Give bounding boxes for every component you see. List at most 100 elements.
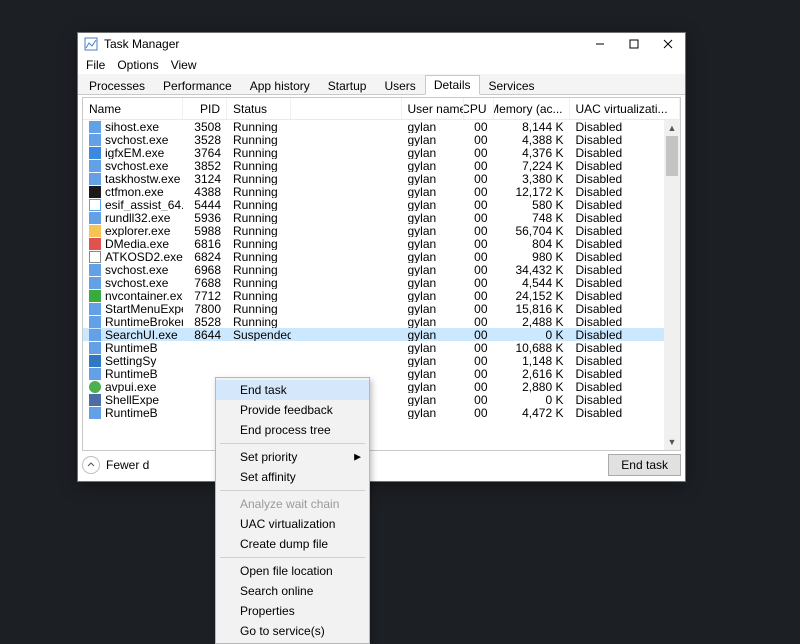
table-row[interactable]: rundll32.exe5936Runninggylan00748 KDisab…	[83, 211, 680, 224]
process-memory: 4,544 K	[494, 276, 570, 289]
process-name: avpui.exe	[105, 380, 156, 393]
process-cpu: 00	[464, 133, 494, 146]
maximize-button[interactable]	[617, 33, 651, 55]
process-cpu: 00	[464, 380, 494, 393]
process-name: svchost.exe	[105, 276, 168, 289]
process-memory: 15,816 K	[494, 302, 570, 315]
process-name: taskhostw.exe	[105, 172, 180, 185]
scroll-thumb[interactable]	[666, 136, 678, 176]
table-row[interactable]: explorer.exe5988Runninggylan0056,704 KDi…	[83, 224, 680, 237]
table-row[interactable]: svchost.exe3852Runninggylan007,224 KDisa…	[83, 159, 680, 172]
context-menu-item-set-priority[interactable]: Set priority▶	[216, 447, 369, 467]
scroll-down-arrow[interactable]: ▼	[664, 434, 680, 450]
process-icon	[89, 251, 101, 263]
process-icon	[89, 342, 101, 354]
table-row[interactable]: StartMenuExperienc...7800Runninggylan001…	[83, 302, 680, 315]
table-row[interactable]: nvcontainer.exe7712Runninggylan0024,152 …	[83, 289, 680, 302]
context-menu-item-search-online[interactable]: Search online	[216, 581, 369, 601]
column-uac[interactable]: UAC virtualizati...	[570, 98, 681, 119]
table-row[interactable]: RuntimeBroker.exe8528Runninggylan002,488…	[83, 315, 680, 328]
table-row[interactable]: DMedia.exe6816Runninggylan00804 KDisable…	[83, 237, 680, 250]
tab-app-history[interactable]: App history	[241, 76, 319, 95]
table-row[interactable]: RuntimeBgylan004,472 KDisabled	[83, 406, 680, 419]
table-row[interactable]: taskhostw.exe3124Runninggylan003,380 KDi…	[83, 172, 680, 185]
close-button[interactable]	[651, 33, 685, 55]
process-icon	[89, 407, 101, 419]
column-status[interactable]: Status	[227, 98, 291, 119]
table-row[interactable]: RuntimeBgylan0010,688 KDisabled	[83, 341, 680, 354]
process-icon	[89, 173, 101, 185]
table-row[interactable]: SearchUI.exe8644Suspendedgylan000 KDisab…	[83, 328, 680, 341]
menu-file[interactable]: File	[82, 58, 109, 72]
process-user: gylan	[402, 263, 464, 276]
process-status: Running	[227, 172, 291, 185]
minimize-button[interactable]	[583, 33, 617, 55]
context-menu-item-open-file-location[interactable]: Open file location	[216, 561, 369, 581]
process-cpu: 00	[464, 341, 494, 354]
tab-performance[interactable]: Performance	[154, 76, 241, 95]
process-name: ctfmon.exe	[105, 185, 164, 198]
menu-view[interactable]: View	[167, 58, 201, 72]
table-row[interactable]: igfxEM.exe3764Runninggylan004,376 KDisab…	[83, 146, 680, 159]
context-menu-item-go-to-service-s-[interactable]: Go to service(s)	[216, 621, 369, 641]
tab-details[interactable]: Details	[425, 75, 480, 95]
process-user: gylan	[402, 120, 464, 133]
process-cpu: 00	[464, 250, 494, 263]
process-status: Running	[227, 302, 291, 315]
context-menu-separator	[220, 443, 365, 444]
submenu-arrow-icon: ▶	[354, 452, 361, 463]
tab-startup[interactable]: Startup	[319, 76, 376, 95]
process-memory: 2,616 K	[494, 367, 570, 380]
process-status: Running	[227, 250, 291, 263]
end-task-button[interactable]: End task	[608, 454, 681, 476]
table-row[interactable]: svchost.exe3528Runninggylan004,388 KDisa…	[83, 133, 680, 146]
tab-services[interactable]: Services	[480, 76, 544, 95]
table-row[interactable]: SettingSygylan001,148 KDisabled	[83, 354, 680, 367]
table-row[interactable]: ShellExpeedgylan000 KDisabled	[83, 393, 680, 406]
process-icon	[89, 277, 101, 289]
process-memory: 12,172 K	[494, 185, 570, 198]
column-memory[interactable]: Memory (ac...	[494, 98, 570, 119]
process-user: gylan	[402, 289, 464, 302]
column-name[interactable]: Name	[83, 98, 183, 119]
app-icon	[84, 37, 98, 51]
vertical-scrollbar[interactable]: ▲ ▼	[664, 120, 680, 450]
scroll-up-arrow[interactable]: ▲	[664, 120, 680, 136]
context-menu-item-properties[interactable]: Properties	[216, 601, 369, 621]
column-pid[interactable]: PID	[183, 98, 227, 119]
tab-users[interactable]: Users	[375, 76, 424, 95]
table-row[interactable]: sihost.exe3508Runninggylan008,144 KDisab…	[83, 120, 680, 133]
context-menu-item-end-process-tree[interactable]: End process tree	[216, 420, 369, 440]
context-menu-item-provide-feedback[interactable]: Provide feedback	[216, 400, 369, 420]
process-pid: 4388	[183, 185, 227, 198]
table-row[interactable]: ATKOSD2.exe6824Runninggylan00980 KDisabl…	[83, 250, 680, 263]
process-name: RuntimeB	[105, 367, 158, 380]
tab-processes[interactable]: Processes	[80, 76, 154, 95]
process-status	[227, 341, 291, 354]
process-icon	[89, 316, 101, 328]
menu-options[interactable]: Options	[113, 58, 162, 72]
table-row[interactable]: svchost.exe7688Runninggylan004,544 KDisa…	[83, 276, 680, 289]
context-menu-item-set-affinity[interactable]: Set affinity	[216, 467, 369, 487]
table-row[interactable]: avpui.exegylan002,880 KDisabled	[83, 380, 680, 393]
process-icon	[89, 238, 101, 250]
process-memory: 1,148 K	[494, 354, 570, 367]
column-cpu[interactable]: CPU	[464, 98, 494, 119]
context-menu-item-create-dump-file[interactable]: Create dump file	[216, 534, 369, 554]
context-menu-separator	[220, 557, 365, 558]
process-name: explorer.exe	[105, 224, 170, 237]
table-row[interactable]: ctfmon.exe4388Runninggylan0012,172 KDisa…	[83, 185, 680, 198]
process-icon	[89, 303, 101, 315]
table-row[interactable]: RuntimeBgylan002,616 KDisabled	[83, 367, 680, 380]
context-menu-item-uac-virtualization[interactable]: UAC virtualization	[216, 514, 369, 534]
table-row[interactable]: esif_assist_64.exe5444Runninggylan00580 …	[83, 198, 680, 211]
fewer-details-toggle[interactable]	[82, 456, 100, 474]
context-menu-item-end-task[interactable]: End task	[216, 380, 369, 400]
column-user[interactable]: User name	[402, 98, 464, 119]
process-name: sihost.exe	[105, 120, 159, 133]
table-row[interactable]: svchost.exe6968Runninggylan0034,432 KDis…	[83, 263, 680, 276]
process-memory: 8,144 K	[494, 120, 570, 133]
process-status: Running	[227, 263, 291, 276]
process-user: gylan	[402, 393, 464, 406]
process-cpu: 00	[464, 354, 494, 367]
